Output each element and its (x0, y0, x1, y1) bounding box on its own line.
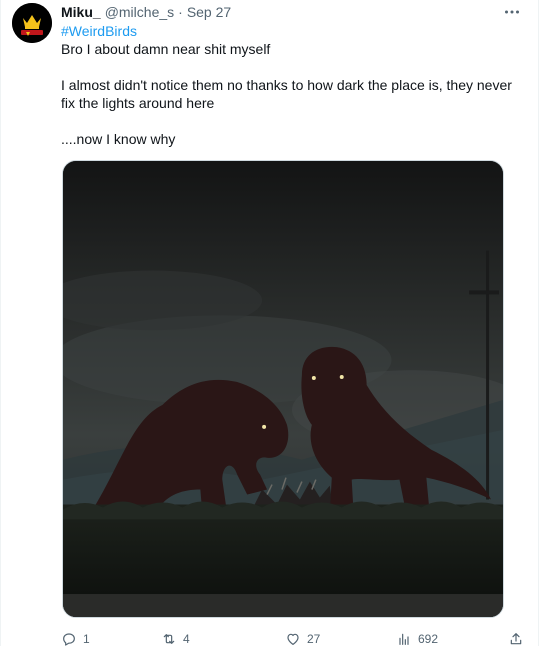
retweet-icon (163, 634, 175, 644)
like-count: 27 (307, 632, 321, 646)
reply-icon (63, 633, 75, 646)
views-button[interactable]: 692 (396, 631, 438, 646)
tweet-actions: 1 4 27 692 (61, 630, 529, 646)
tweet-line-1: Bro I about damn near shit myself (61, 41, 271, 57)
tweet-photo[interactable] (62, 160, 504, 618)
tweet-text: #WeirdBirds Bro I about damn near shit m… (61, 22, 521, 148)
retweet-count: 4 (183, 632, 190, 646)
more-options-button[interactable] (502, 3, 522, 21)
author-avatar[interactable] (12, 3, 52, 43)
retweet-button[interactable]: 4 (161, 631, 190, 646)
avatar-crown-logo (12, 3, 52, 43)
author-name[interactable]: Miku_ (61, 4, 101, 20)
heart-icon (287, 633, 299, 645)
header-separator: · (178, 4, 183, 20)
hashtag-link[interactable]: #WeirdBirds (61, 22, 521, 40)
reply-count: 1 (83, 632, 90, 646)
tweet-date[interactable]: Sep 27 (187, 4, 231, 20)
views-count: 692 (418, 632, 439, 646)
tweet-header: Miku_ @milche_s · Sep 27 (61, 3, 231, 21)
share-icon (510, 633, 522, 645)
reply-button[interactable]: 1 (61, 631, 90, 646)
tweet-card[interactable]: Miku_ @milche_s · Sep 27 #WeirdBirds Bro… (0, 0, 539, 646)
ellipsis-icon (505, 10, 519, 14)
tweet-line-2: I almost didn't notice them no thanks to… (61, 77, 512, 111)
analytics-icon (399, 633, 409, 645)
like-button[interactable]: 27 (285, 631, 320, 646)
share-button[interactable] (508, 631, 524, 646)
tweet-line-3: ....now I know why (61, 131, 176, 147)
dinosaur-statues-photo (63, 161, 503, 617)
author-handle[interactable]: @milche_s (105, 4, 174, 20)
